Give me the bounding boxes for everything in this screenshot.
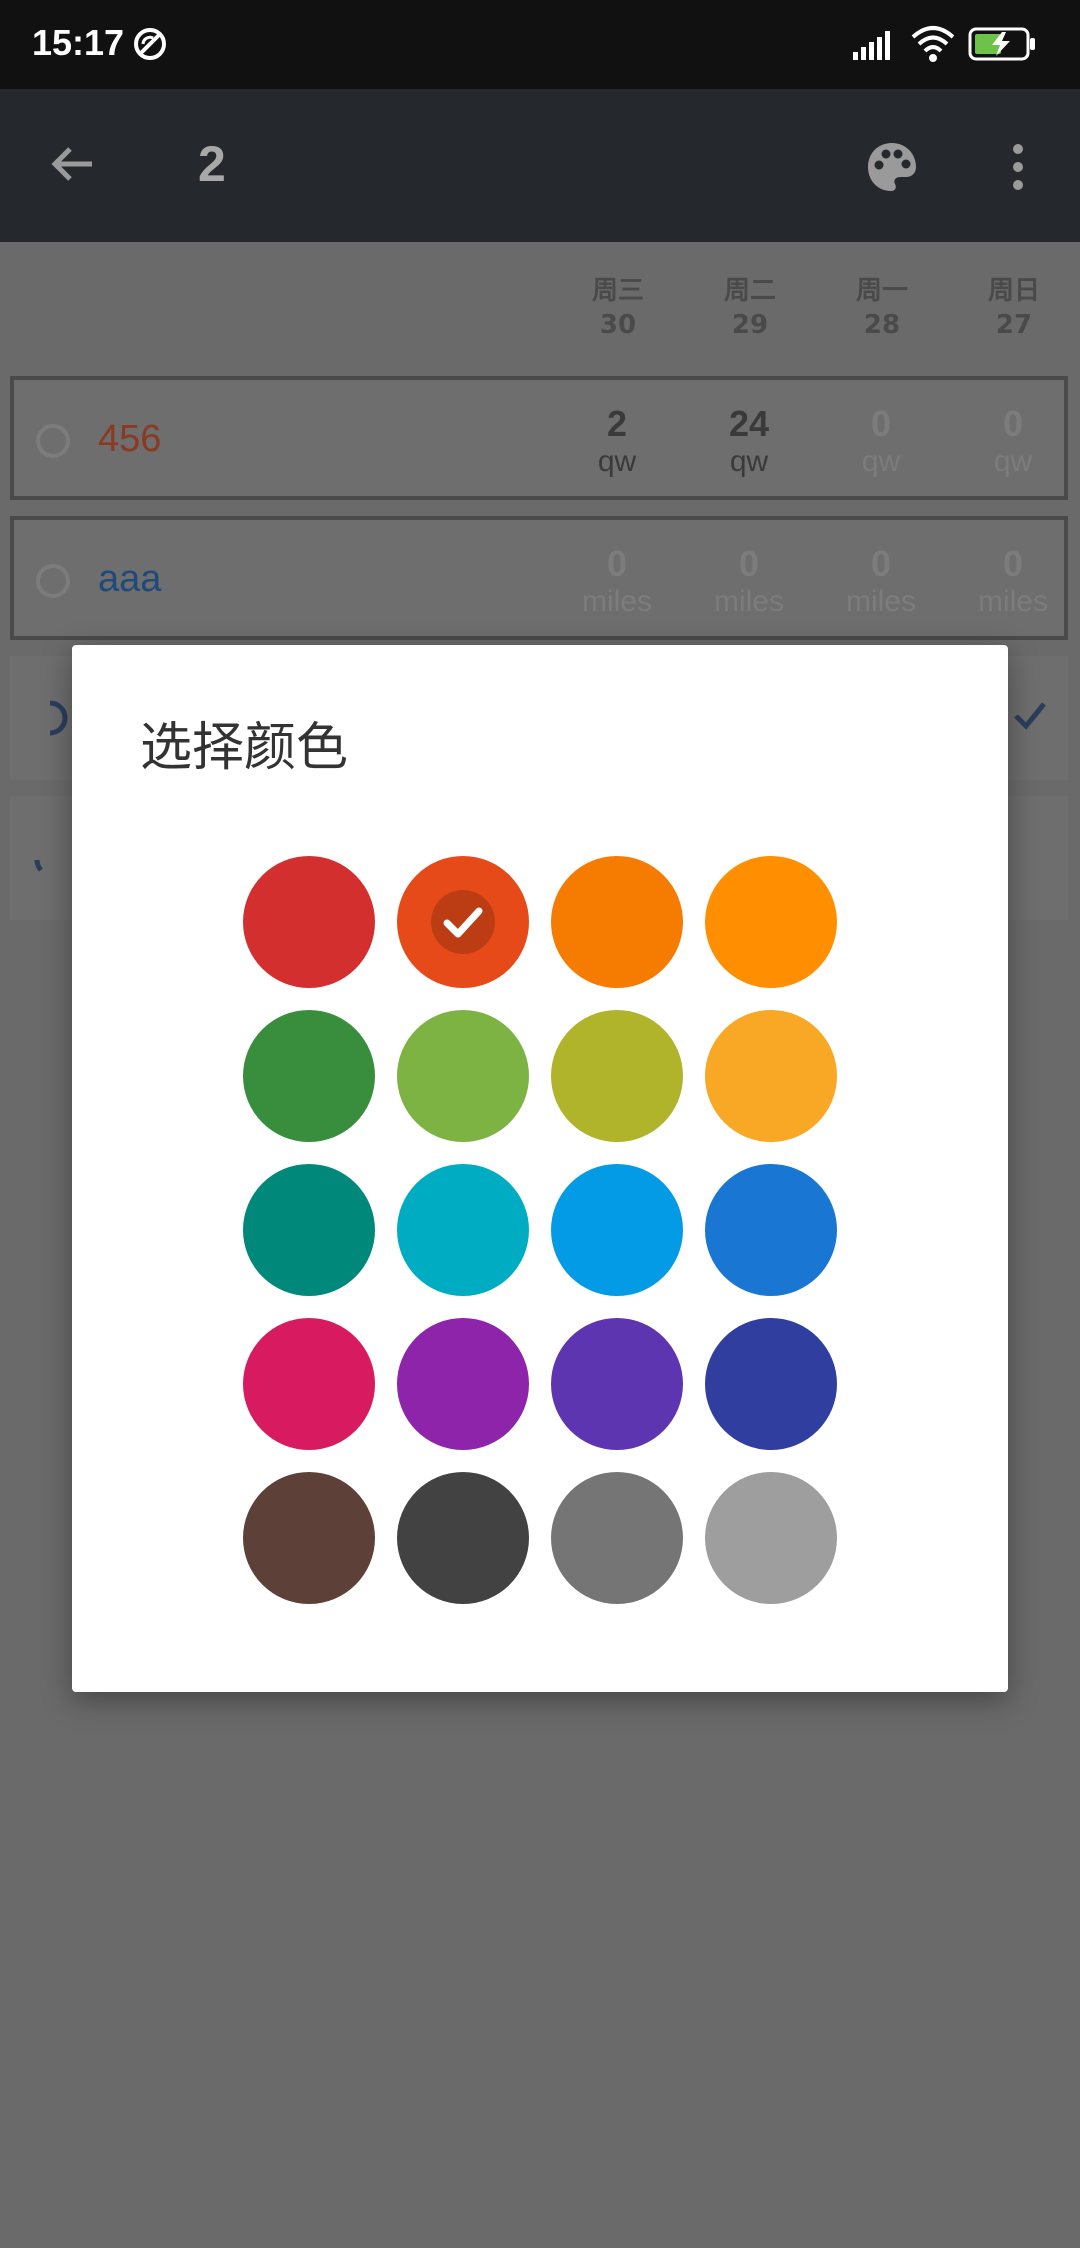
habit-score-ring-icon (36, 424, 70, 458)
color-swatch[interactable] (705, 1164, 837, 1296)
back-arrow-icon[interactable] (48, 139, 98, 193)
cell-unit: miles (845, 585, 916, 618)
habit-score-ring-icon (32, 840, 68, 880)
color-swatch[interactable] (705, 1318, 837, 1450)
cell-value: 0 (1002, 543, 1024, 584)
day-header-weekday: 周一 (855, 276, 908, 306)
habit-cell[interactable]: 0 miles (694, 544, 804, 620)
color-swatch[interactable] (397, 856, 529, 988)
habit-score-ring-icon (32, 700, 68, 740)
checkmark-icon (439, 898, 487, 950)
habit-cell[interactable]: 24 qw (694, 404, 804, 480)
cell-unit: qw (729, 445, 769, 478)
cell-value: 24 (728, 403, 770, 444)
color-swatch[interactable] (243, 856, 375, 988)
day-header-date: 28 (863, 310, 901, 340)
cell-value: 2 (606, 403, 628, 444)
sync-disabled-icon (130, 24, 170, 68)
day-header: 周三 30 (568, 274, 668, 342)
cell-value: 0 (870, 543, 892, 584)
color-swatch[interactable] (551, 1472, 683, 1604)
color-swatch[interactable] (551, 1318, 683, 1450)
cell-unit: qw (993, 445, 1033, 478)
habit-row[interactable]: 456 2 qw 24 qw 0 qw 0 qw (10, 376, 1068, 500)
color-swatch[interactable] (551, 1164, 683, 1296)
habit-cell[interactable]: 0 qw (826, 404, 936, 480)
color-swatch[interactable] (705, 1472, 837, 1604)
day-header-weekday: 周三 (591, 276, 644, 306)
battery-charging-icon (968, 27, 1038, 65)
cell-unit: miles (581, 585, 652, 618)
color-swatch[interactable] (397, 1472, 529, 1604)
habit-cell[interactable]: 0 miles (958, 544, 1068, 620)
more-vert-icon[interactable] (1008, 139, 1028, 199)
dialog-title: 选择颜色 (140, 718, 349, 778)
page-title: 2 (198, 136, 226, 192)
app-bar: 2 (0, 89, 1080, 242)
color-swatch[interactable] (243, 1010, 375, 1142)
signal-icon (853, 28, 897, 66)
color-swatch[interactable] (397, 1318, 529, 1450)
day-header: 周二 29 (700, 274, 800, 342)
cell-value: 0 (738, 543, 760, 584)
day-header: 周一 28 (832, 274, 932, 342)
color-swatch[interactable] (243, 1472, 375, 1604)
color-picker-dialog: 选择颜色 (72, 645, 1008, 1692)
cell-unit: qw (597, 445, 637, 478)
color-swatch[interactable] (243, 1164, 375, 1296)
color-swatch[interactable] (243, 1318, 375, 1450)
habit-cell[interactable]: 0 miles (562, 544, 672, 620)
wifi-icon (910, 25, 956, 67)
checkmark-icon (1012, 700, 1048, 734)
day-header-weekday: 周日 (987, 276, 1040, 306)
day-header-date: 30 (599, 310, 637, 340)
cell-unit: miles (977, 585, 1048, 618)
habit-cell[interactable]: 0 qw (958, 404, 1068, 480)
color-swatch[interactable] (397, 1164, 529, 1296)
habit-cell[interactable]: 0 miles (826, 544, 936, 620)
color-swatch[interactable] (705, 856, 837, 988)
day-header-date: 27 (995, 310, 1033, 340)
status-time: 15:17 (32, 22, 125, 63)
cell-value: 0 (606, 543, 628, 584)
color-swatch[interactable] (551, 856, 683, 988)
status-bar: 15:17 (0, 0, 1080, 89)
habit-row[interactable]: aaa 0 miles 0 miles 0 miles 0 miles (10, 516, 1068, 640)
day-header-weekday: 周二 (723, 276, 776, 306)
cell-unit: miles (713, 585, 784, 618)
palette-icon[interactable] (864, 139, 920, 199)
color-swatch[interactable] (397, 1010, 529, 1142)
habit-name: 456 (98, 418, 162, 460)
day-header: 周日 27 (964, 274, 1064, 342)
cell-value: 0 (1002, 403, 1024, 444)
color-swatch[interactable] (551, 1010, 683, 1142)
color-swatch[interactable] (705, 1010, 837, 1142)
habit-cell[interactable]: 2 qw (562, 404, 672, 480)
day-header-date: 29 (731, 310, 769, 340)
cell-unit: qw (861, 445, 901, 478)
cell-value: 0 (870, 403, 892, 444)
habit-score-ring-icon (36, 564, 70, 598)
habit-name: aaa (98, 558, 162, 600)
